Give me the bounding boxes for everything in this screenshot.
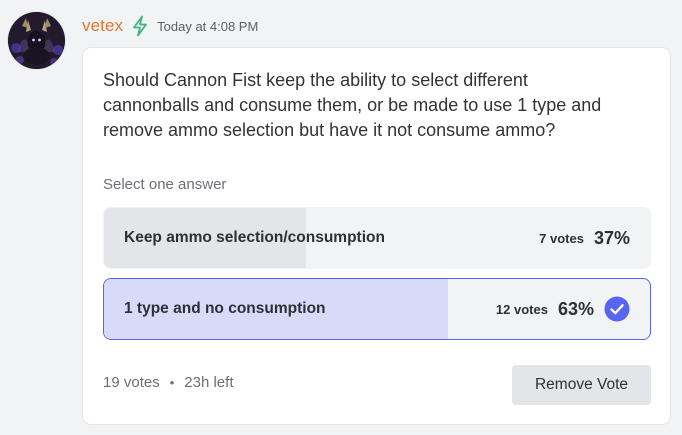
lightning-bolt-icon[interactable] [131,15,149,37]
selected-check-icon [604,296,630,322]
message-header: vetex Today at 4:08 PM [82,14,258,38]
answer-vote-count: 12 votes [495,301,548,317]
poll-card: Should Cannon Fist keep the ability to s… [82,47,671,425]
answer-vote-count: 7 votes [539,230,584,246]
poll-answer-keep-ammo[interactable]: Keep ammo selection/consumption 7 votes … [103,207,651,269]
poll-answer-one-type[interactable]: 1 type and no consumption 12 votes 63% [103,278,651,340]
avatar-image [8,12,65,69]
answer-label: 1 type and no consumption [124,300,326,317]
answer-label: Keep ammo selection/consumption [124,229,385,246]
separator-dot: • [169,375,175,390]
poll-footer: 19 votes • 23h left [103,374,234,391]
answer-percent: 37% [593,227,630,248]
total-votes: 19 votes [103,374,160,391]
avatar[interactable] [8,12,65,69]
time-left: 23h left [184,374,234,391]
chat-message: vetex Today at 4:08 PM Should Cannon Fis… [0,0,682,435]
remove-vote-button[interactable]: Remove Vote [512,365,651,405]
username[interactable]: vetex [82,16,123,36]
poll-question: Should Cannon Fist keep the ability to s… [103,70,602,140]
answer-percent: 63% [557,298,594,319]
answer-stats: 12 votes 63% [496,279,630,339]
poll-subtitle: Select one answer [103,176,227,193]
timestamp: Today at 4:08 PM [157,18,259,34]
answer-stats: 7 votes 37% [539,208,630,268]
